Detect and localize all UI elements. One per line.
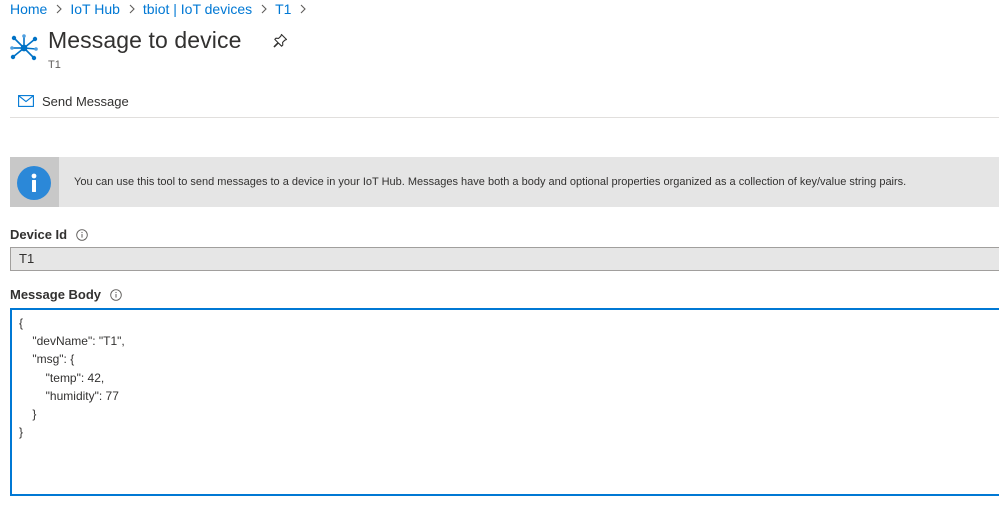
device-id-label-text: Device Id: [10, 227, 68, 242]
device-id-field[interactable]: T1: [10, 247, 999, 271]
pin-icon[interactable]: [272, 33, 288, 49]
breadcrumb-device[interactable]: T1: [275, 1, 291, 17]
page-title: Message to device: [48, 27, 242, 53]
breadcrumb-iot-devices[interactable]: tbiot | IoT devices: [143, 1, 252, 17]
iot-hub-icon: [9, 33, 39, 63]
info-banner-text: You can use this tool to send messages t…: [74, 176, 907, 188]
breadcrumb: Home IoT Hub tbiot | IoT devices T1: [10, 0, 314, 18]
chevron-right-icon: [56, 4, 63, 14]
send-message-button[interactable]: Send Message: [18, 90, 129, 112]
device-id-label: Device Id: [10, 227, 88, 242]
info-circle-icon[interactable]: [76, 228, 88, 241]
info-banner: You can use this tool to send messages t…: [10, 157, 999, 207]
page-subtitle: T1: [48, 59, 61, 71]
message-body-textarea[interactable]: { "devName": "T1", "msg": { "temp": 42, …: [10, 308, 999, 496]
info-circle-icon[interactable]: [110, 288, 122, 301]
send-message-label: Send Message: [42, 93, 129, 109]
chevron-right-icon: [261, 4, 267, 14]
envelope-icon: [18, 95, 34, 107]
info-banner-stripe: [10, 157, 59, 207]
info-icon: [17, 166, 51, 200]
message-body-label: Message Body: [10, 287, 122, 302]
command-bar: Send Message: [10, 87, 999, 118]
message-body-label-text: Message Body: [10, 287, 102, 302]
chevron-right-icon: [300, 4, 307, 14]
chevron-right-icon: [129, 4, 135, 14]
breadcrumb-iot-hub[interactable]: IoT Hub: [70, 1, 120, 17]
breadcrumb-home[interactable]: Home: [10, 1, 47, 17]
